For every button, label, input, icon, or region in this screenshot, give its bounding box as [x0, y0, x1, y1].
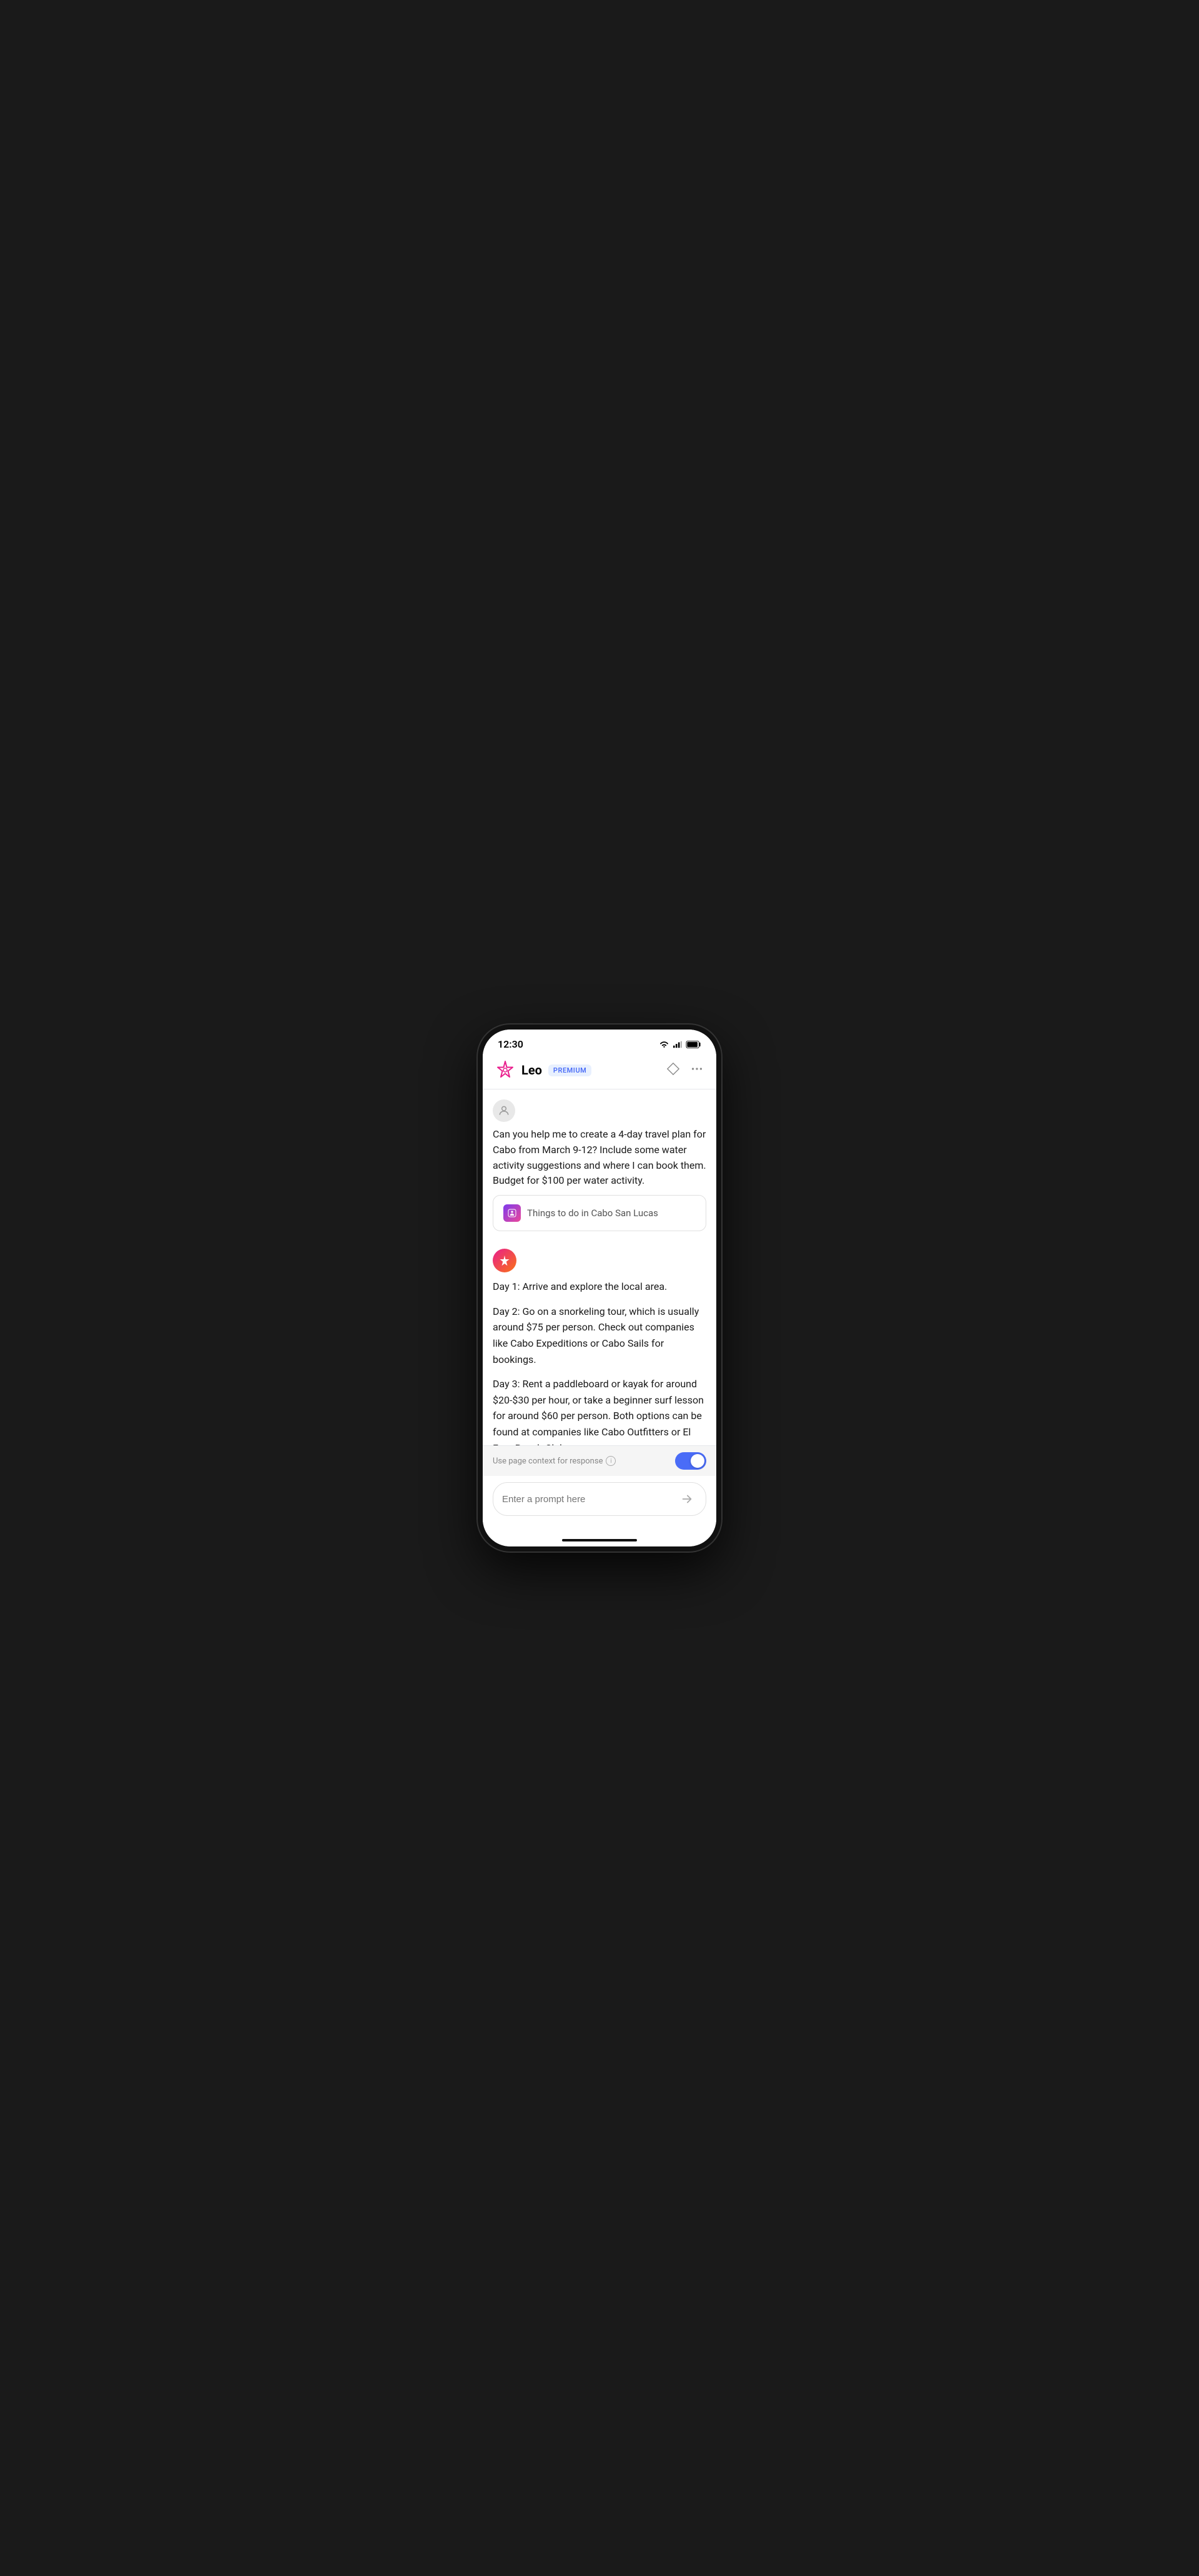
wifi-icon: [659, 1041, 669, 1048]
phone-inner: 12:30: [483, 1030, 716, 1546]
send-button[interactable]: [677, 1489, 697, 1509]
app-header: Leo PREMIUM: [483, 1054, 716, 1089]
ai-avatar: [493, 1249, 516, 1272]
app-title: Leo: [521, 1063, 542, 1078]
info-icon[interactable]: i: [606, 1456, 616, 1466]
status-time: 12:30: [498, 1038, 523, 1050]
chat-area[interactable]: Can you help me to create a 4-day travel…: [483, 1089, 716, 1445]
home-indicator: [483, 1528, 716, 1546]
user-message-container: Can you help me to create a 4-day travel…: [493, 1099, 706, 1241]
ai-message-text: Day 1: Arrive and explore the local area…: [493, 1279, 706, 1445]
home-bar: [562, 1539, 637, 1541]
user-message-text: Can you help me to create a 4-day travel…: [493, 1127, 706, 1189]
input-container: [493, 1482, 706, 1516]
input-area: [483, 1476, 716, 1528]
premium-badge: PREMIUM: [548, 1064, 591, 1076]
status-bar: 12:30: [483, 1030, 716, 1054]
bottom-controls: Use page context for response i: [483, 1445, 716, 1476]
battery-icon: [686, 1041, 701, 1048]
ai-day2: Day 2: Go on a snorkeling tour, which is…: [493, 1304, 706, 1367]
ai-day1: Day 1: Arrive and explore the local area…: [493, 1279, 706, 1295]
more-options-icon[interactable]: [690, 1062, 704, 1078]
page-context-text: Use page context for response: [493, 1457, 603, 1466]
ai-message-container: Day 1: Arrive and explore the local area…: [493, 1249, 706, 1445]
search-card-text: Things to do in Cabo San Lucas: [527, 1207, 658, 1219]
page-context-label: Use page context for response i: [493, 1456, 616, 1466]
phone-frame: 12:30: [478, 1025, 721, 1551]
signal-icon: [673, 1041, 682, 1048]
header-actions: [666, 1062, 704, 1078]
search-card[interactable]: Things to do in Cabo San Lucas: [493, 1195, 706, 1231]
prompt-input[interactable]: [502, 1494, 671, 1505]
ai-day3: Day 3: Rent a paddleboard or kayak for a…: [493, 1376, 706, 1445]
leo-star-icon: [495, 1060, 515, 1080]
user-avatar: [493, 1099, 515, 1122]
status-icons: [659, 1041, 701, 1048]
header-left: Leo PREMIUM: [495, 1060, 666, 1080]
diamond-icon[interactable]: [666, 1062, 680, 1078]
page-context-toggle[interactable]: [675, 1452, 706, 1470]
search-card-icon: [503, 1204, 521, 1222]
